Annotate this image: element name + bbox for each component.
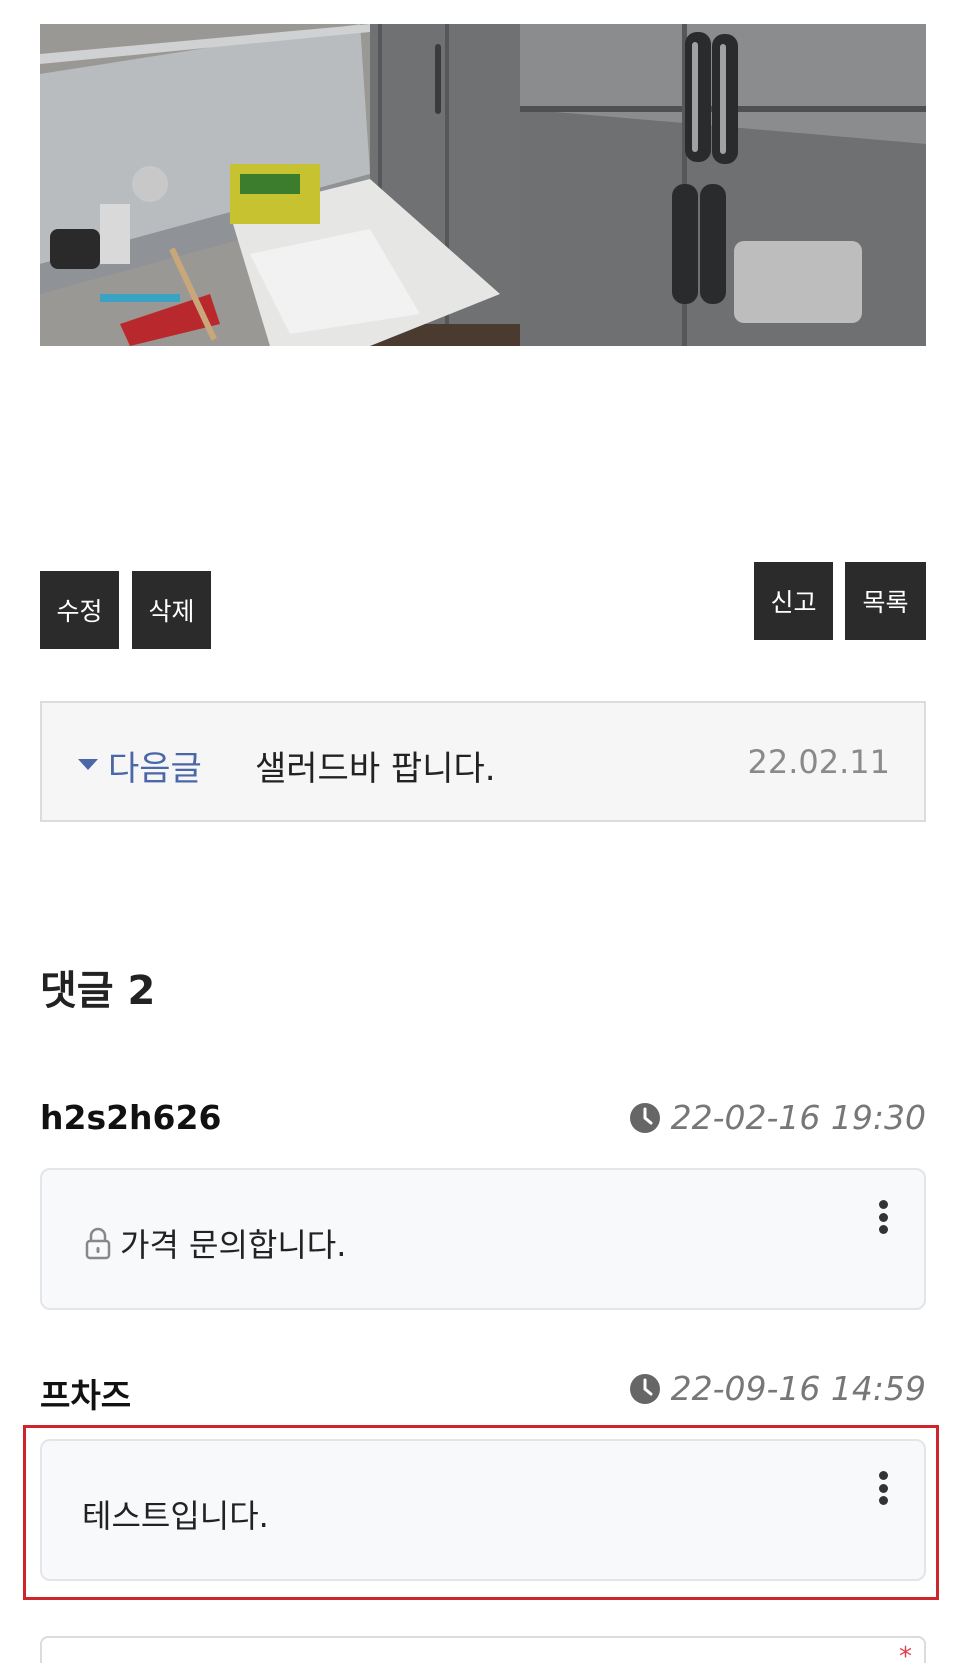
list-button[interactable]: 목록 — [845, 562, 926, 640]
caret-down-icon — [78, 759, 98, 770]
next-post-link[interactable]: 다음글 샐러드바 팝니다. 22.02.11 — [40, 701, 926, 822]
post-image — [40, 24, 926, 346]
next-post-label: 다음글 — [108, 749, 202, 789]
edit-button[interactable]: 수정 — [40, 571, 119, 649]
clock-icon — [629, 1373, 660, 1404]
comment-time: 22-02-16 19:30 — [670, 1098, 926, 1137]
comments-header: 댓글 2 — [40, 968, 156, 1014]
next-post-title[interactable]: 샐러드바 팝니다. — [255, 741, 496, 790]
highlight-frame — [23, 1425, 939, 1600]
clock-icon — [629, 1102, 660, 1133]
next-post-date: 22.02.11 — [747, 743, 891, 781]
lock-icon — [85, 1227, 111, 1260]
more-options-icon[interactable] — [878, 1200, 888, 1234]
comment-author: h2s2h626 — [40, 1098, 222, 1137]
comment-box: 가격 문의합니다. — [40, 1168, 926, 1310]
required-mark: * — [899, 1642, 912, 1663]
report-button[interactable]: 신고 — [754, 562, 833, 640]
comment-input[interactable]: * — [40, 1636, 926, 1663]
comment-content: 가격 문의합니다. — [82, 1220, 346, 1266]
comment-timestamp: 22-09-16 14:59 — [629, 1369, 926, 1408]
comment-time: 22-09-16 14:59 — [670, 1369, 926, 1408]
comment-text: 가격 문의합니다. — [120, 1226, 347, 1264]
comment-author: 프차즈 — [40, 1376, 132, 1415]
delete-button[interactable]: 삭제 — [132, 571, 211, 649]
comment-timestamp: 22-02-16 19:30 — [629, 1098, 926, 1137]
